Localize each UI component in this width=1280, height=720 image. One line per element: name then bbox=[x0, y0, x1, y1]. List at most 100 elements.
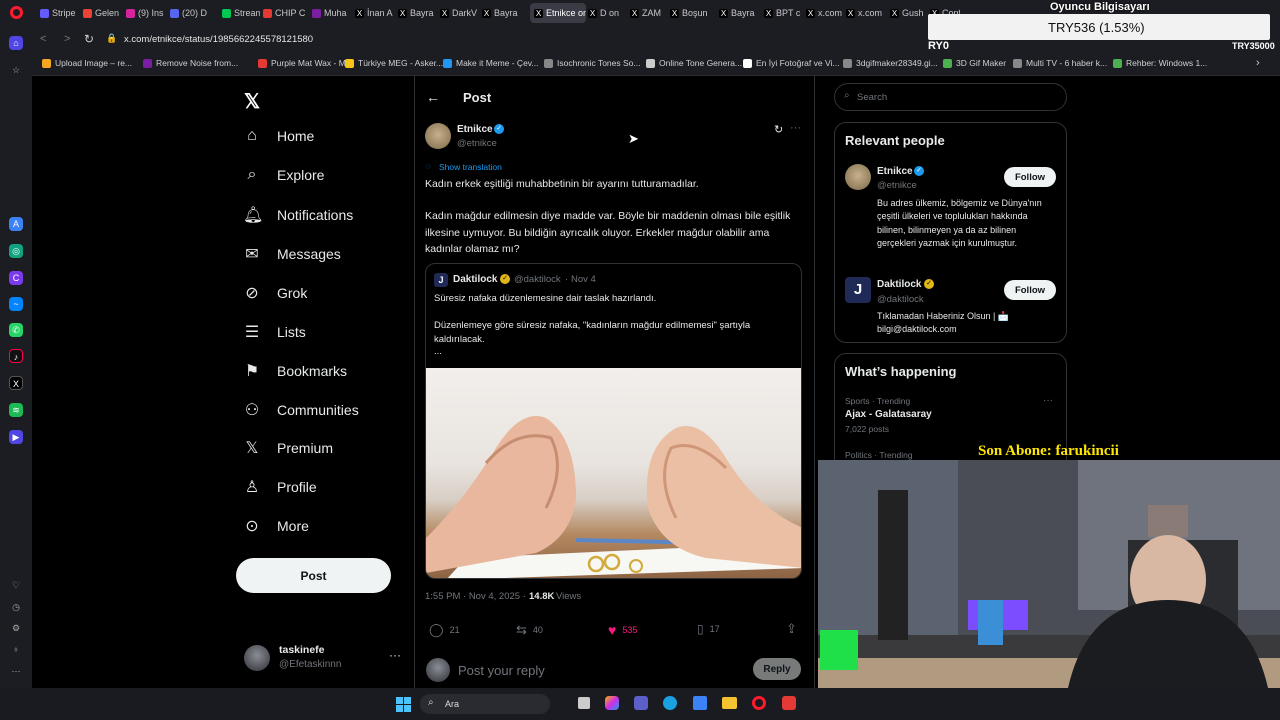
x-logo-icon[interactable]: 𝕏 bbox=[244, 89, 260, 114]
player-icon[interactable]: ▶ bbox=[9, 430, 23, 444]
nav-item-explore[interactable]: ⌕ Explore bbox=[243, 166, 325, 184]
bookmark-item[interactable]: Online Tone Genera... bbox=[646, 58, 742, 68]
edge-icon[interactable] bbox=[663, 696, 677, 710]
app-icon[interactable]: C bbox=[9, 271, 23, 285]
copilot-icon[interactable] bbox=[605, 696, 619, 710]
bookmark-item[interactable]: Rehber: Windows 1... bbox=[1113, 58, 1207, 68]
search-box[interactable]: ⌕ Search bbox=[834, 83, 1067, 111]
browser-tab[interactable]: X Gush bbox=[890, 3, 928, 23]
messenger-icon[interactable]: ~ bbox=[9, 297, 23, 311]
chevron-right-icon[interactable]: › bbox=[1256, 57, 1260, 69]
x-icon[interactable]: X bbox=[9, 376, 23, 390]
bookmark-item[interactable]: Make it Meme - Çev... bbox=[443, 58, 539, 68]
nav-item-more[interactable]: ⊙ More bbox=[243, 516, 309, 536]
browser-tab[interactable]: X ZAM bbox=[630, 3, 668, 23]
explorer-icon[interactable] bbox=[722, 697, 737, 709]
nav-item-grok[interactable]: ⊘ Grok bbox=[243, 283, 307, 303]
nav-item-lists[interactable]: ☰ Lists bbox=[243, 322, 306, 342]
back-arrow-icon[interactable]: ← bbox=[426, 89, 440, 105]
bookmark-item[interactable]: Isochronic Tones So... bbox=[544, 58, 640, 68]
nav-item-bookmarks[interactable]: ⚑ Bookmarks bbox=[243, 361, 347, 381]
browser-tab[interactable]: CHIP C bbox=[263, 3, 308, 23]
quote-image[interactable] bbox=[426, 368, 801, 578]
tiktok-icon[interactable]: ♪ bbox=[9, 349, 23, 363]
aria-icon[interactable]: A bbox=[9, 217, 23, 231]
browser-tab[interactable]: X BPT c bbox=[764, 3, 804, 23]
reload-icon[interactable]: ↻ bbox=[84, 32, 94, 46]
history-icon[interactable]: ◷ bbox=[9, 600, 23, 614]
share-icon[interactable]: ⇪ bbox=[786, 621, 797, 637]
bookmark-item[interactable]: Türkiye MEG - Asker... bbox=[345, 58, 443, 68]
author-name[interactable]: Etnikce bbox=[457, 124, 493, 135]
show-translation-link[interactable]: Show translation bbox=[439, 162, 502, 172]
star-icon[interactable]: ☆ bbox=[9, 63, 23, 77]
grok-explain-icon[interactable]: ↻ bbox=[774, 123, 783, 136]
heart-icon[interactable]: ♡ bbox=[9, 578, 23, 592]
home-icon[interactable]: ⌂ bbox=[9, 36, 23, 50]
like-action[interactable]: ♥ 535 bbox=[608, 622, 637, 638]
browser-tab[interactable]: Xx.com bbox=[846, 3, 888, 23]
whatsapp-icon[interactable]: ✆ bbox=[9, 323, 23, 337]
person-avatar[interactable] bbox=[845, 164, 871, 190]
author-avatar[interactable] bbox=[425, 123, 451, 149]
quoted-post[interactable]: J Daktilock ✓ @daktilock · Nov 4 Süresiz… bbox=[425, 263, 802, 579]
url-field[interactable]: x.com/etnikce/status/1985662245578121580 bbox=[124, 34, 313, 45]
back-icon[interactable]: < bbox=[40, 33, 46, 45]
more-dots-icon[interactable]: ··· bbox=[389, 648, 401, 662]
follow-button[interactable]: Follow bbox=[1004, 280, 1056, 300]
lightbulb-icon[interactable]: ♁ bbox=[9, 642, 23, 656]
browser-tab[interactable]: XD on bbox=[588, 3, 628, 23]
bookmark-item[interactable]: Remove Noise from... bbox=[143, 58, 238, 68]
person-name[interactable]: Etnikce bbox=[877, 166, 913, 177]
search-input[interactable]: Search bbox=[857, 92, 887, 103]
bookmark-item[interactable]: Purple Mat Wax - M... bbox=[258, 58, 353, 68]
reply-action[interactable]: ◯ 21 bbox=[429, 622, 460, 638]
nav-item-premium[interactable]: 𝕏 Premium bbox=[243, 438, 333, 458]
nav-item-home[interactable]: ⌂ Home bbox=[243, 127, 314, 145]
more-icon[interactable]: ⋯ bbox=[9, 664, 23, 678]
wps-icon[interactable] bbox=[782, 696, 796, 710]
bookmark-item[interactable]: 3D Gif Maker bbox=[943, 58, 1006, 68]
browser-tab[interactable]: Gelen bbox=[83, 3, 123, 23]
browser-tab[interactable]: X Etnikce on bbox=[530, 3, 586, 23]
opera-icon[interactable] bbox=[752, 696, 766, 710]
bookmark-item[interactable]: Multi TV - 6 haber k... bbox=[1013, 58, 1107, 68]
reply-input[interactable]: Post your reply bbox=[458, 663, 545, 678]
post-timestamp[interactable]: 1:55 PM · Nov 4, 2025 · bbox=[425, 591, 526, 602]
person-name[interactable]: Daktilock bbox=[877, 279, 921, 290]
windows-start-icon[interactable] bbox=[396, 697, 411, 712]
nav-item-messages[interactable]: ✉ Messages bbox=[243, 244, 341, 264]
bookmark-action[interactable]: ▯ 17 bbox=[697, 622, 720, 636]
bookmark-item[interactable]: 3dgifmaker28349.gi... bbox=[843, 58, 938, 68]
account-switcher[interactable]: taskinefe @Efetaskinnn ··· bbox=[244, 643, 404, 673]
forward-icon[interactable]: > bbox=[64, 33, 70, 45]
spotify-icon[interactable]: ≋ bbox=[9, 403, 23, 417]
opera-logo-icon[interactable] bbox=[10, 6, 23, 19]
browser-tab[interactable]: (20) D bbox=[170, 3, 218, 23]
chatgpt-icon[interactable]: ◎ bbox=[9, 244, 23, 258]
follow-button[interactable]: Follow bbox=[1004, 167, 1056, 187]
taskbar-search[interactable]: ⌕ Ara bbox=[420, 694, 550, 714]
reply-button[interactable]: Reply bbox=[753, 658, 801, 680]
browser-tab[interactable]: X DarkV bbox=[440, 3, 480, 23]
post-more-icon[interactable]: ··· bbox=[790, 122, 801, 134]
settings-icon[interactable]: ⚙ bbox=[9, 621, 23, 635]
person-avatar[interactable]: J bbox=[845, 277, 871, 303]
browser-tab[interactable]: X Boşun bbox=[670, 3, 716, 23]
post-button[interactable]: Post bbox=[236, 558, 391, 593]
nav-item-notifications[interactable]: 🔔︎ Notifications bbox=[243, 205, 353, 225]
teams-icon[interactable] bbox=[634, 696, 648, 710]
browser-tab[interactable]: Stream bbox=[222, 3, 260, 23]
trend-more-icon[interactable]: ··· bbox=[1043, 395, 1053, 406]
author-handle[interactable]: @etnikce bbox=[457, 138, 497, 149]
nav-item-communities[interactable]: ⚇ Communities bbox=[243, 400, 359, 420]
bookmark-item[interactable]: En İyi Fotoğraf ve Vi... bbox=[743, 58, 839, 68]
browser-tab[interactable]: Stripe bbox=[40, 3, 80, 23]
nav-item-profile[interactable]: ♙ Profile bbox=[243, 477, 317, 497]
browser-tab[interactable]: X Bayra bbox=[719, 3, 761, 23]
repost-action[interactable]: ⇆ 40 bbox=[516, 622, 543, 638]
browser-tab[interactable]: (9) Ins bbox=[126, 3, 166, 23]
store-icon[interactable] bbox=[693, 696, 707, 710]
bookmark-item[interactable]: Upload Image – re... bbox=[42, 58, 132, 68]
browser-tab[interactable]: X İnan A bbox=[355, 3, 395, 23]
